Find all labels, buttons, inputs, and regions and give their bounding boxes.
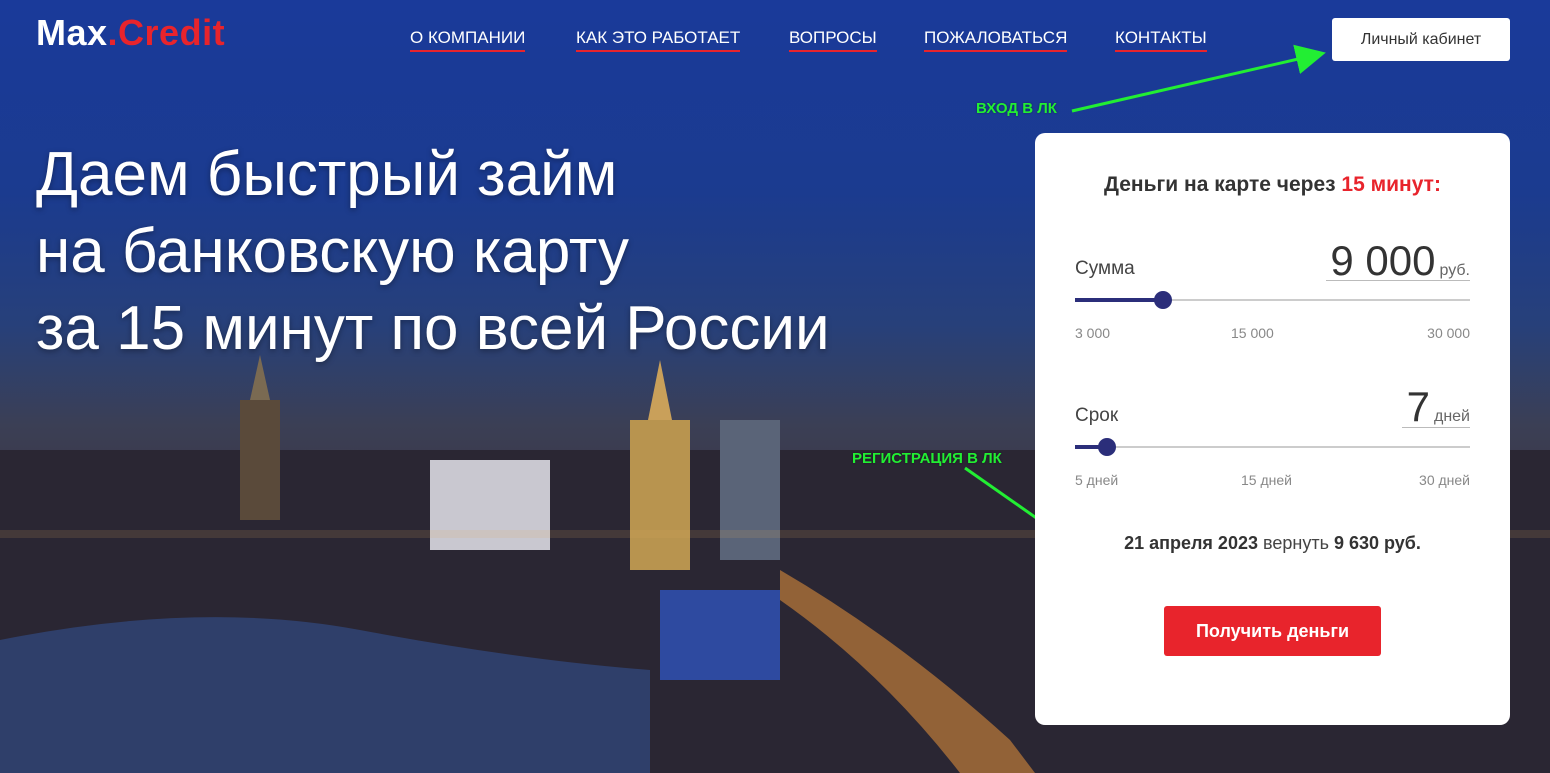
term-max-label: 30 дней [1419, 472, 1470, 488]
amount-slider[interactable] [1075, 291, 1470, 309]
hero-line-2: на банковскую карту [36, 217, 630, 286]
term-slider-handle[interactable] [1098, 438, 1116, 456]
site-logo[interactable]: Max.Credit [36, 12, 225, 54]
amount-max-label: 30 000 [1427, 325, 1470, 341]
get-money-button[interactable]: Получить деньги [1164, 606, 1381, 656]
loan-calculator-card: Деньги на карте через 15 минут: Сумма 9 … [1035, 133, 1510, 725]
nav-link-about[interactable]: О КОМПАНИИ [410, 28, 526, 52]
annotation-login: ВХОД В ЛК [976, 100, 1057, 117]
repayment-summary: 21 апреля 2023 вернуть 9 630 руб. [1035, 533, 1510, 554]
term-value: 7 [1406, 383, 1430, 430]
repayment-amount: 9 630 руб. [1333, 533, 1421, 553]
term-slider[interactable] [1075, 438, 1470, 456]
logo-text-accent: Credit [118, 12, 226, 53]
amount-min-label: 3 000 [1075, 325, 1111, 341]
term-unit: дней [1433, 408, 1470, 425]
term-value-field[interactable]: 7 дней [1407, 383, 1470, 431]
amount-unit: руб. [1439, 262, 1470, 279]
term-value-underline [1402, 427, 1470, 428]
term-label: Срок [1075, 405, 1119, 426]
calculator-title: Деньги на карте через 15 минут: [1035, 173, 1510, 197]
term-min-label: 5 дней [1075, 472, 1119, 488]
amount-label: Сумма [1075, 258, 1135, 279]
amount-mid-label: 15 000 [1231, 325, 1274, 341]
calculator-title-highlight: 15 минут: [1341, 173, 1441, 196]
repayment-date: 21 апреля 2023 [1124, 533, 1258, 553]
term-mid-label: 15 дней [1241, 472, 1292, 488]
repayment-text: вернуть [1263, 533, 1329, 553]
hero-line-3: за 15 минут по всей России [36, 294, 830, 363]
nav-link-contacts[interactable]: КОНТАКТЫ [1115, 28, 1207, 52]
nav-link-how-it-works[interactable]: КАК ЭТО РАБОТАЕТ [576, 28, 741, 52]
hero-heading: Даем быстрый займ на банковскую карту за… [36, 136, 830, 367]
amount-slider-fill [1075, 298, 1163, 302]
amount-value: 9 000 [1330, 237, 1436, 284]
calculator-title-prefix: Деньги на карте через [1104, 173, 1336, 196]
amount-value-underline [1326, 280, 1470, 281]
hero-line-1: Даем быстрый займ [36, 140, 618, 209]
nav-link-faq[interactable]: ВОПРОСЫ [789, 28, 877, 52]
amount-slider-handle[interactable] [1154, 291, 1172, 309]
annotation-registration: РЕГИСТРАЦИЯ В ЛК [852, 450, 1002, 467]
personal-cabinet-button[interactable]: Личный кабинет [1332, 18, 1510, 61]
logo-dot: . [107, 12, 119, 53]
nav-link-complain[interactable]: ПОЖАЛОВАТЬСЯ [924, 28, 1068, 52]
amount-value-field[interactable]: 9 000 руб. [1330, 237, 1470, 285]
logo-text-main: Max [36, 12, 108, 53]
